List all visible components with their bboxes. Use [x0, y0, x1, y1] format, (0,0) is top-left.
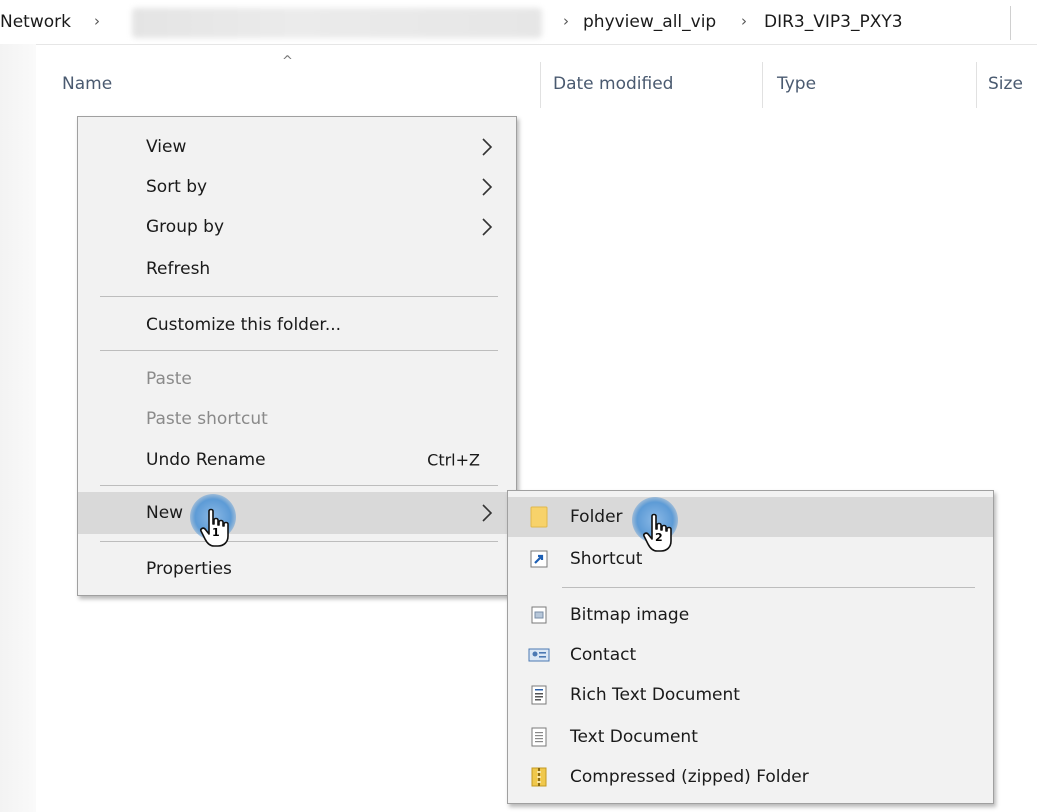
chevron-right-icon	[476, 176, 498, 198]
column-header-type[interactable]: Type	[777, 74, 816, 94]
column-divider[interactable]	[540, 62, 541, 108]
click-marker-number: 2	[655, 531, 663, 544]
menu-separator	[100, 541, 498, 542]
column-header-name[interactable]: Name	[62, 74, 112, 94]
text-document-icon	[528, 726, 550, 748]
menu-item-sort-by[interactable]: Sort by	[78, 167, 516, 207]
folder-icon	[528, 506, 550, 528]
rich-text-icon	[528, 684, 550, 706]
menu-item-group-by[interactable]: Group by	[78, 207, 516, 247]
menu-separator	[100, 296, 498, 297]
sort-ascending-icon: ^	[282, 54, 293, 69]
menu-item-label: Group by	[146, 217, 225, 237]
zip-folder-icon	[528, 766, 550, 788]
breadcrumb-chevron-icon[interactable]: ›	[563, 12, 569, 30]
menu-separator	[100, 485, 498, 486]
breadcrumb-chevron-icon[interactable]: ›	[94, 12, 100, 30]
submenu-item-shortcut[interactable]: Shortcut	[508, 539, 993, 579]
column-header-size[interactable]: Size	[988, 74, 1023, 94]
submenu-item-text-document[interactable]: Text Document	[508, 717, 993, 757]
menu-item-label: Paste	[146, 369, 192, 389]
menu-separator	[562, 587, 975, 588]
submenu-item-label: Text Document	[570, 727, 698, 747]
menu-item-label: Undo Rename	[146, 450, 266, 470]
menu-item-new[interactable]: New	[78, 492, 516, 534]
breadcrumb-dir3-vip3-pxy3[interactable]: DIR3_VIP3_PXY3	[764, 12, 903, 32]
chevron-right-icon	[476, 216, 498, 238]
contact-icon	[528, 644, 550, 666]
submenu-item-label: Folder	[570, 507, 623, 527]
new-submenu: Folder Shortcut Bitmap image Contact Ric…	[507, 490, 994, 804]
menu-item-label: Properties	[146, 559, 232, 579]
address-bar-divider	[1010, 6, 1011, 40]
context-menu: View Sort by Group by Refresh Customize …	[77, 116, 517, 596]
address-bar[interactable]: Network › › phyview_all_vip › DIR3_VIP3_…	[0, 0, 1037, 45]
menu-item-shortcut: Ctrl+Z	[427, 450, 480, 470]
chevron-right-icon	[476, 136, 498, 158]
click-marker-number: 1	[212, 526, 220, 539]
column-divider[interactable]	[976, 62, 977, 108]
menu-item-label: Customize this folder...	[146, 315, 342, 335]
chevron-right-icon	[476, 502, 498, 524]
submenu-item-folder[interactable]: Folder	[508, 497, 993, 537]
menu-item-label: Sort by	[146, 177, 208, 197]
breadcrumb-phyview-all-vip[interactable]: phyview_all_vip	[583, 12, 716, 32]
submenu-item-compressed-folder[interactable]: Compressed (zipped) Folder	[508, 757, 993, 797]
submenu-item-rich-text[interactable]: Rich Text Document	[508, 675, 993, 715]
navigation-pane[interactable]	[0, 44, 36, 812]
submenu-item-label: Compressed (zipped) Folder	[570, 767, 809, 787]
menu-item-view[interactable]: View	[78, 127, 516, 167]
menu-item-properties[interactable]: Properties	[78, 549, 516, 589]
submenu-item-label: Shortcut	[570, 549, 643, 569]
menu-item-label: New	[146, 503, 184, 523]
submenu-item-label: Bitmap image	[570, 605, 690, 625]
column-divider[interactable]	[762, 62, 763, 108]
menu-item-paste-shortcut: Paste shortcut	[78, 399, 516, 439]
breadcrumb-network[interactable]: Network	[0, 12, 71, 32]
menu-item-refresh[interactable]: Refresh	[78, 249, 516, 289]
bitmap-icon	[528, 604, 550, 626]
menu-item-label: Refresh	[146, 259, 211, 279]
menu-item-undo-rename[interactable]: Undo Rename Ctrl+Z	[78, 440, 516, 480]
menu-item-paste: Paste	[78, 359, 516, 399]
submenu-item-label: Rich Text Document	[570, 685, 740, 705]
redacted-path	[132, 8, 542, 38]
breadcrumb-chevron-icon[interactable]: ›	[741, 12, 747, 30]
menu-item-label: View	[146, 137, 187, 157]
menu-item-customize-folder[interactable]: Customize this folder...	[78, 305, 516, 345]
submenu-item-bitmap-image[interactable]: Bitmap image	[508, 595, 993, 635]
shortcut-icon	[528, 548, 550, 570]
submenu-item-label: Contact	[570, 645, 637, 665]
submenu-item-contact[interactable]: Contact	[508, 635, 993, 675]
menu-item-label: Paste shortcut	[146, 409, 268, 429]
column-header-date-modified[interactable]: Date modified	[553, 74, 673, 94]
menu-separator	[100, 350, 498, 351]
